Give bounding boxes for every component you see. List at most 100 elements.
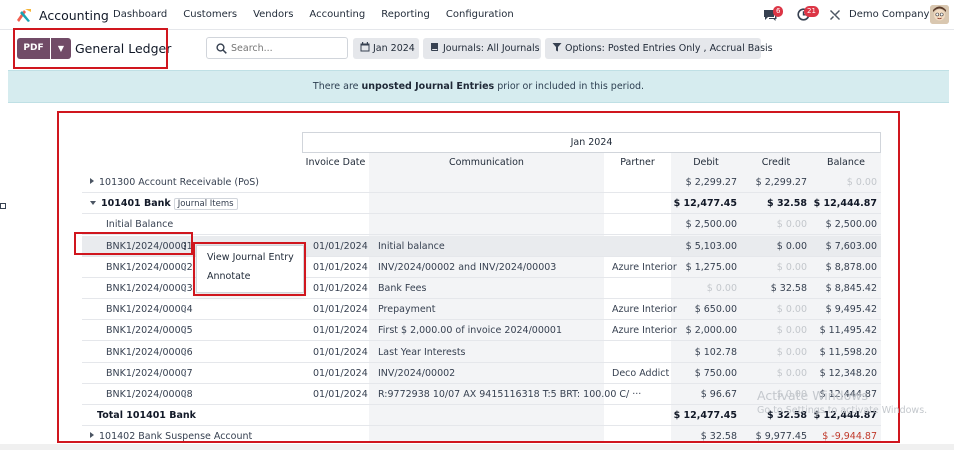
row-label[interactable]: 101401 Bank Journal Items: [90, 198, 238, 211]
table-row[interactable]: Initial Balance $ 2,500.00 $ 0.00 $ 2,500.0…: [82, 214, 881, 236]
chat-badge: 6: [773, 6, 784, 17]
row-name: BNK1/2024/00005: [106, 325, 193, 337]
menu-configuration[interactable]: Configuration: [446, 9, 514, 20]
row-name: BNK1/2024/00007: [106, 367, 193, 379]
balance-cell: $ 8,845.42: [825, 283, 877, 294]
search-box[interactable]: [206, 37, 348, 59]
table-row[interactable]: BNK1/2024/00005 01/01/2024 First $ 2,000.0…: [82, 320, 881, 342]
kebab-menu-icon[interactable]: [184, 305, 187, 314]
page-title: General Ledger: [75, 41, 172, 56]
menu-reporting[interactable]: Reporting: [381, 9, 430, 20]
credit-cell: $ 0.00: [776, 367, 807, 379]
communication-cell: First $ 2,000.00 of invoice 2024/00001: [378, 325, 562, 337]
pdf-button[interactable]: PDF: [17, 38, 50, 59]
kebab-menu-icon[interactable]: [184, 326, 187, 335]
partner-cell: Azure Interior: [612, 325, 677, 337]
unposted-entries-alert: There are unposted Journal Entries prior…: [8, 70, 949, 103]
communication-cell: Initial balance: [378, 240, 445, 252]
debit-cell: $ 96.67: [700, 389, 737, 400]
options-filter-button[interactable]: Options: Posted Entries Only , Accrual B…: [545, 38, 773, 59]
export-dropdown-toggle[interactable]: ▼: [51, 38, 71, 59]
debit-cell: $ 12,477.45: [673, 410, 737, 422]
alert-prefix: There are: [312, 81, 362, 92]
menu-vendors[interactable]: Vendors: [253, 9, 293, 20]
row-label[interactable]: BNK1/2024/00001: [106, 241, 193, 252]
kebab-menu-icon[interactable]: [184, 368, 187, 378]
kebab-menu-icon[interactable]: [184, 262, 187, 272]
invoice-date-cell: 01/01/2024: [313, 304, 368, 316]
kebab-menu-icon[interactable]: [184, 347, 187, 357]
row-label[interactable]: BNK1/2024/00002: [106, 262, 193, 273]
activate-windows-title: Activate Windows: [757, 388, 868, 403]
debit-cell: $ 1,275.00: [685, 261, 737, 273]
row-label[interactable]: BNK1/2024/00003: [106, 283, 193, 294]
row-label[interactable]: BNK1/2024/00005: [106, 325, 193, 336]
search-input[interactable]: [231, 41, 341, 56]
row-name: BNK1/2024/00006: [106, 346, 193, 358]
table-row[interactable]: BNK1/2024/00007 01/01/2024 INV/2024/00002 D…: [82, 363, 881, 384]
debit-cell: $ 0.00: [706, 283, 737, 294]
kebab-menu-icon[interactable]: [184, 390, 187, 399]
balance-cell: $ 8,878.00: [825, 261, 877, 273]
col-credit: Credit: [761, 157, 791, 168]
row-name: 101402 Bank Suspense Account: [99, 431, 253, 443]
tools-icon[interactable]: [829, 9, 841, 21]
debit-cell: $ 12,477.45: [673, 198, 737, 210]
options-filter-label: Options: Posted Entries Only , Accrual B…: [565, 43, 773, 54]
period-column-header: Jan 2024: [302, 132, 881, 153]
communication-cell: Bank Fees: [378, 283, 427, 294]
search-icon: [216, 43, 227, 54]
debit-cell: $ 650.00: [694, 304, 737, 316]
resize-handle[interactable]: [0, 203, 6, 209]
date-filter-label: Jan 2024: [373, 43, 415, 54]
invoice-date-cell: 01/01/2024: [313, 367, 368, 379]
balance-cell: $ 12,444.87: [813, 198, 877, 210]
balance-cell: $ 11,598.20: [819, 346, 877, 358]
credit-cell: $ 0.00: [776, 219, 807, 231]
invoice-date-cell: 01/01/2024: [313, 240, 368, 252]
app-name[interactable]: Accounting: [39, 8, 109, 23]
row-name: Total 101401 Bank: [97, 410, 196, 422]
row-label[interactable]: BNK1/2024/00007: [106, 368, 193, 379]
user-avatar[interactable]: [930, 5, 949, 24]
row-name: BNK1/2024/00004: [106, 304, 193, 316]
row-label: Initial Balance: [106, 219, 173, 230]
credit-cell: $ 0.00: [776, 304, 807, 316]
balance-cell: $ 11,495.42: [819, 325, 877, 337]
credit-cell: $ 0.00: [776, 240, 807, 252]
menu-annotate[interactable]: Annotate: [207, 271, 250, 282]
row-label[interactable]: BNK1/2024/00006: [106, 347, 193, 358]
row-label[interactable]: 101300 Account Receivable (PoS): [90, 177, 259, 188]
date-filter-button[interactable]: Jan 2024: [353, 38, 419, 59]
menu-view-journal-entry[interactable]: View Journal Entry: [207, 252, 294, 263]
table-row[interactable]: BNK1/2024/00004 01/01/2024 Prepayment Azure…: [82, 299, 881, 321]
row-label[interactable]: BNK1/2024/00008: [106, 389, 193, 400]
menu-customers[interactable]: Customers: [183, 9, 237, 20]
menu-dashboard[interactable]: Dashboard: [113, 9, 167, 20]
unposted-entries-link[interactable]: unposted Journal Entries: [362, 81, 495, 92]
account-row[interactable]: 101300 Account Receivable (PoS) $ 2,299.2…: [82, 172, 881, 193]
row-label[interactable]: BNK1/2024/00004: [106, 304, 193, 315]
menu-accounting[interactable]: Accounting: [309, 9, 365, 20]
accounting-app-icon[interactable]: [16, 8, 32, 22]
avatar-face-icon: [930, 5, 949, 24]
kebab-menu-icon[interactable]: [184, 241, 187, 251]
debit-cell: $ 102.78: [694, 346, 737, 358]
credit-cell: $ 32.58: [767, 198, 807, 210]
line-context-menu: View Journal Entry Annotate: [196, 245, 304, 293]
table-row[interactable]: BNK1/2024/00006 01/01/2024 Last Year Inter…: [82, 342, 881, 363]
debit-cell: $ 32.58: [700, 431, 737, 443]
balance-cell: $ 12,348.20: [819, 367, 877, 379]
journals-filter-button[interactable]: Journals: All Journals: [423, 38, 541, 59]
kebab-menu-icon[interactable]: [184, 284, 187, 293]
row-label[interactable]: 101402 Bank Suspense Account: [90, 431, 252, 442]
row-name: BNK1/2024/00001: [106, 240, 193, 252]
activity-badge: 21: [804, 6, 819, 17]
bottom-strip: [0, 444, 954, 450]
journal-items-tag[interactable]: Journal Items: [173, 198, 238, 211]
company-switcher[interactable]: Demo Company: [849, 9, 929, 20]
credit-cell: $ 0.00: [776, 325, 807, 337]
caret-right-icon: [90, 178, 94, 184]
main-menu: Dashboard Customers Vendors Accounting R…: [113, 9, 530, 20]
account-row[interactable]: 101401 Bank Journal Items $ 12,477.45 $ 32.…: [82, 193, 881, 215]
